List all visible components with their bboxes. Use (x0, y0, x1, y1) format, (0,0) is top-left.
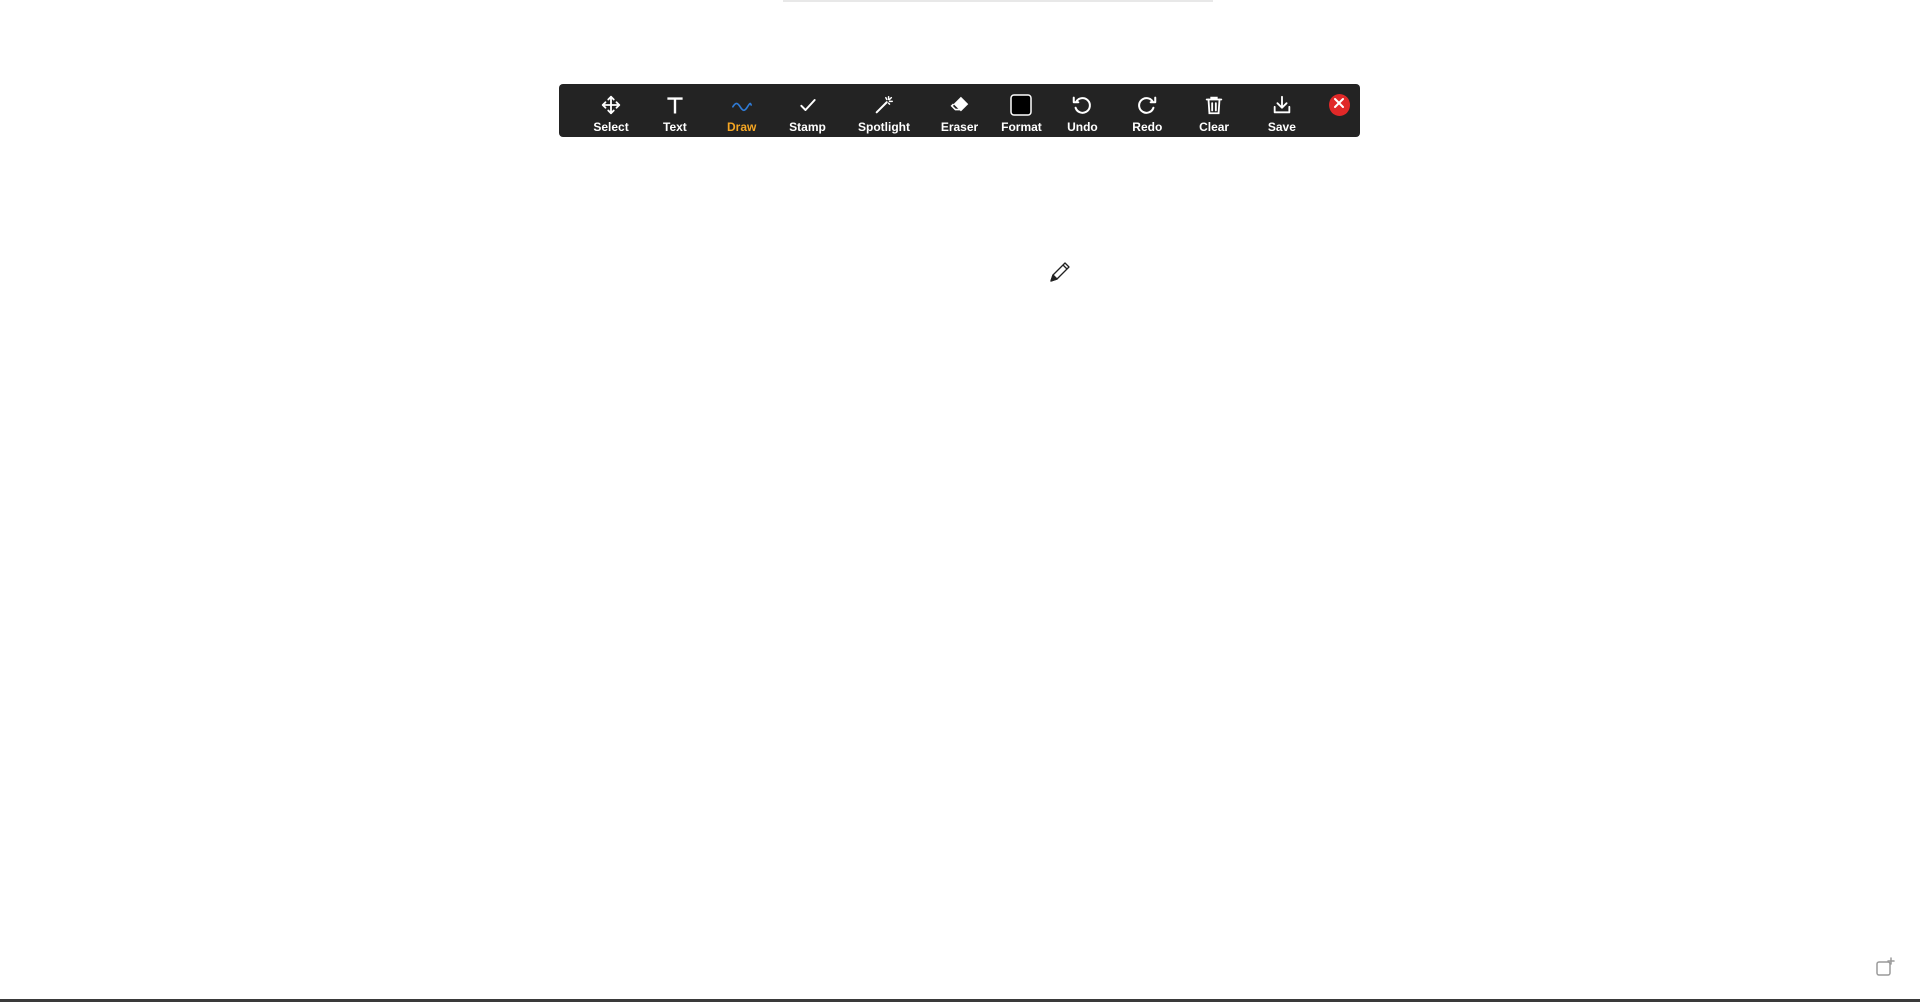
squiggle-line-icon (729, 92, 755, 118)
pencil-cursor-icon (1048, 260, 1072, 284)
tool-save-label: Save (1267, 120, 1296, 134)
share-screen-corner-icon[interactable] (1874, 955, 1898, 979)
tool-text-label: Text (663, 120, 687, 134)
tool-draw-label: Draw (727, 120, 757, 134)
top-share-bar-edge (783, 0, 1213, 2)
tool-spotlight[interactable]: Spotlight (840, 84, 927, 137)
annotation-toolbar: Select Text Draw Stamp Spotlight Eraser … (559, 84, 1360, 137)
undo-arrow-icon (1069, 92, 1095, 118)
tool-draw[interactable]: Draw (709, 84, 775, 137)
magic-wand-icon (871, 92, 897, 118)
tool-stamp[interactable]: Stamp (775, 84, 841, 137)
tool-undo[interactable]: Undo (1051, 84, 1113, 137)
text-t-icon (662, 92, 688, 118)
tool-clear[interactable]: Clear (1181, 84, 1247, 137)
tool-redo-label: Redo (1132, 120, 1163, 134)
color-swatch-icon (1008, 92, 1034, 118)
close-x-icon (1333, 96, 1345, 114)
tool-select[interactable]: Select (581, 84, 641, 137)
tool-eraser-label: Eraser (940, 120, 979, 134)
move-arrows-icon (598, 92, 624, 118)
tool-select-label: Select (593, 120, 629, 134)
tool-stamp-label: Stamp (789, 120, 826, 134)
redo-arrow-icon (1134, 92, 1160, 118)
tool-format-label: Format (1001, 120, 1042, 134)
eraser-icon (947, 92, 973, 118)
tool-eraser[interactable]: Eraser (928, 84, 992, 137)
close-toolbar-button[interactable] (1328, 94, 1351, 116)
tool-save[interactable]: Save (1247, 84, 1317, 137)
download-tray-icon (1269, 92, 1295, 118)
tool-text[interactable]: Text (641, 84, 709, 137)
checkmark-icon (795, 92, 821, 118)
whiteboard-canvas[interactable]: Select Text Draw Stamp Spotlight Eraser … (0, 0, 1920, 1002)
trash-icon (1201, 92, 1227, 118)
tool-redo[interactable]: Redo (1113, 84, 1181, 137)
tool-undo-label: Undo (1067, 120, 1098, 134)
tool-clear-label: Clear (1199, 120, 1230, 134)
tool-format[interactable]: Format (991, 84, 1051, 137)
tool-spotlight-label: Spotlight (858, 120, 910, 134)
